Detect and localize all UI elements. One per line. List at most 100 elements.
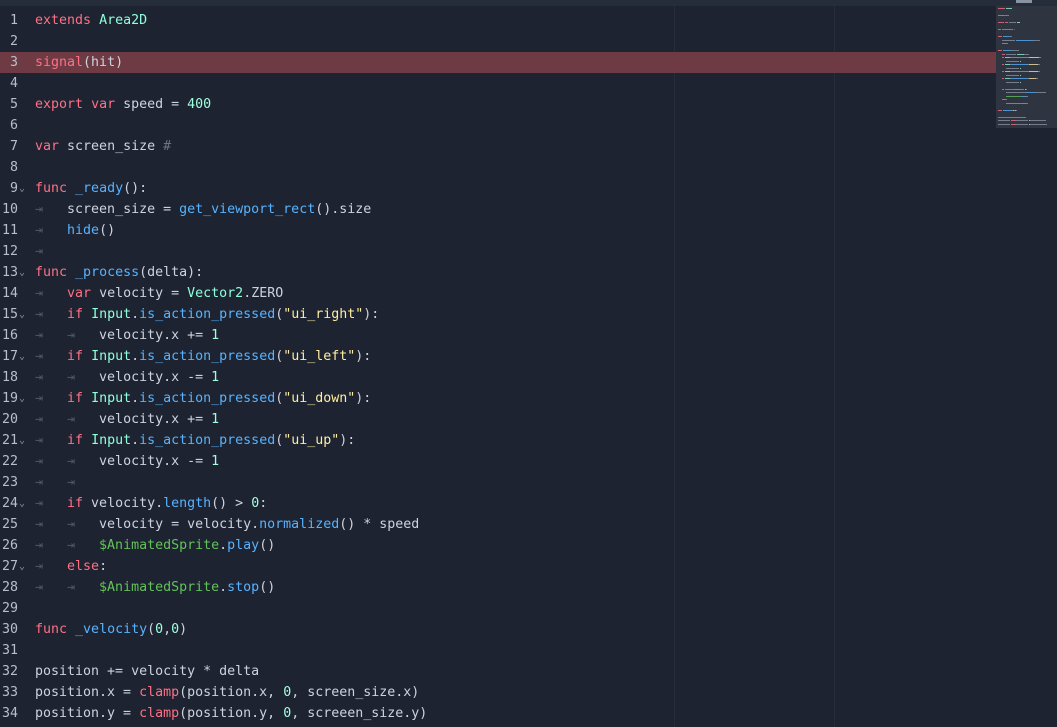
code-line[interactable]: 4 bbox=[0, 73, 996, 94]
minimap-line bbox=[1002, 29, 1013, 30]
fold-chevron-icon[interactable]: ⌄ bbox=[19, 304, 25, 325]
minimap-line bbox=[1011, 71, 1028, 72]
code-line[interactable]: 32 position += velocity * delta bbox=[0, 661, 996, 682]
code-line[interactable]: 29 bbox=[0, 598, 996, 619]
code-line[interactable]: 2 bbox=[0, 31, 996, 52]
code-token: velocity = velocity. bbox=[99, 517, 260, 532]
code-text: position.x = clamp(position.x, 0, screen… bbox=[35, 682, 419, 703]
horizontal-scroll-thumb[interactable] bbox=[1016, 0, 1032, 3]
code-token: () bbox=[259, 538, 276, 553]
minimap-line bbox=[1002, 57, 1004, 58]
code-token: $AnimatedSprite bbox=[99, 538, 220, 553]
code-line[interactable]: 22 ⇥ ⇥ velocity.x -= 1 bbox=[0, 451, 996, 472]
code-line[interactable]: 19 ⌄ ⇥ if Input.is_action_pressed("ui_down… bbox=[0, 388, 996, 409]
code-token: . bbox=[131, 307, 140, 322]
code-token: var bbox=[67, 286, 92, 301]
line-number: 21 bbox=[1, 433, 18, 448]
minimap-line bbox=[998, 109, 1002, 111]
code-line[interactable]: 21 ⌄ ⇥ if Input.is_action_pressed("ui_up")… bbox=[0, 430, 996, 451]
minimap-line bbox=[998, 116, 1026, 118]
code-token: screen_size bbox=[59, 139, 164, 154]
minimap-line bbox=[1030, 123, 1047, 125]
code-line[interactable]: 25 ⇥ ⇥ velocity = velocity.normalized() *… bbox=[0, 514, 996, 535]
minimap-line bbox=[1002, 64, 1004, 65]
minimap-line bbox=[1033, 39, 1040, 41]
code-token: ): bbox=[363, 307, 380, 322]
minimap-line bbox=[1026, 95, 1028, 97]
code-token: 400 bbox=[187, 97, 212, 112]
code-line[interactable]: 6 bbox=[0, 115, 996, 136]
code-line[interactable]: 3 signal(hit) bbox=[0, 52, 996, 73]
code-text: ⇥ ⇥ $AnimatedSprite.play() bbox=[35, 535, 275, 556]
code-line[interactable]: 12 ⇥ bbox=[0, 241, 996, 262]
code-line[interactable]: 9 ⌄ func _ready(): bbox=[0, 178, 996, 199]
code-lines[interactable]: 1 extends Area2D 2 3 signal(hit) 4 5 export var… bbox=[0, 10, 996, 724]
minimap-line bbox=[1006, 102, 1021, 104]
code-line[interactable]: 8 bbox=[0, 157, 996, 178]
code-token: normalized bbox=[259, 517, 340, 532]
code-line[interactable]: 14 ⇥ var velocity = Vector2.ZERO bbox=[0, 283, 996, 304]
code-line[interactable]: 17 ⌄ ⇥ if Input.is_action_pressed("ui_left… bbox=[0, 346, 996, 367]
code-line[interactable]: 18 ⇥ ⇥ velocity.x -= 1 bbox=[0, 367, 996, 388]
minimap-line bbox=[1002, 71, 1004, 72]
code-line[interactable]: 1 extends Area2D bbox=[0, 10, 996, 31]
code-token: length bbox=[163, 496, 212, 511]
minimap-line bbox=[1006, 81, 1019, 83]
code-token: Vector2 bbox=[187, 286, 244, 301]
fold-chevron-icon[interactable]: ⌄ bbox=[19, 262, 25, 283]
code-text: signal(hit) bbox=[35, 52, 123, 73]
code-line[interactable]: 24 ⌄ ⇥ if velocity.length() > 0: bbox=[0, 493, 996, 514]
code-line[interactable]: 31 bbox=[0, 640, 996, 661]
code-line[interactable]: 20 ⇥ ⇥ velocity.x += 1 bbox=[0, 409, 996, 430]
code-text: ⇥ if Input.is_action_pressed("ui_left"): bbox=[35, 346, 371, 367]
code-line[interactable]: 28 ⇥ ⇥ $AnimatedSprite.stop() bbox=[0, 577, 996, 598]
code-line[interactable]: 11 ⇥ hide() bbox=[0, 220, 996, 241]
minimap-line bbox=[998, 29, 1001, 30]
code-token: ): bbox=[355, 349, 372, 364]
minimap[interactable] bbox=[996, 6, 1057, 727]
code-token: Area2D bbox=[99, 13, 148, 28]
code-text: ⇥ ⇥ velocity.x -= 1 bbox=[35, 367, 219, 388]
minimap-line bbox=[1006, 95, 1021, 97]
line-number: 12 bbox=[1, 244, 18, 259]
fold-chevron-icon[interactable]: ⌄ bbox=[19, 556, 25, 577]
code-line[interactable]: 33 position.x = clamp(position.x, 0, scre… bbox=[0, 682, 996, 703]
code-line[interactable]: 5 export var speed = 400 bbox=[0, 94, 996, 115]
line-number: 9 bbox=[9, 181, 18, 196]
code-token: (): bbox=[123, 181, 148, 196]
tab-marker-icon: ⇥ ⇥ bbox=[35, 412, 100, 427]
fold-chevron-icon[interactable]: ⌄ bbox=[19, 178, 25, 199]
code-line[interactable]: 16 ⇥ ⇥ velocity.x += 1 bbox=[0, 325, 996, 346]
tab-marker-icon: ⇥ bbox=[35, 496, 68, 511]
code-line[interactable]: 30 func _velocity(0,0) bbox=[0, 619, 996, 640]
code-line[interactable]: 26 ⇥ ⇥ $AnimatedSprite.play() bbox=[0, 535, 996, 556]
tab-marker-icon: ⇥ bbox=[35, 349, 68, 364]
code-token: func bbox=[35, 181, 68, 196]
tab-marker-icon: ⇥ ⇥ bbox=[35, 538, 100, 553]
minimap-line bbox=[1016, 120, 1028, 121]
code-text: func _ready(): bbox=[35, 178, 147, 199]
code-line[interactable]: 13 ⌄ func _process(delta): bbox=[0, 262, 996, 283]
code-line[interactable]: 10 ⇥ screen_size = get_viewport_rect().si… bbox=[0, 199, 996, 220]
minimap-line bbox=[1024, 53, 1029, 55]
fold-chevron-icon[interactable]: ⌄ bbox=[19, 346, 25, 367]
code-line[interactable]: 15 ⌄ ⇥ if Input.is_action_pressed("ui_righ… bbox=[0, 304, 996, 325]
code-editor[interactable]: 1 extends Area2D 2 3 signal(hit) 4 5 export var… bbox=[0, 0, 1057, 727]
code-line[interactable]: 7 var screen_size # bbox=[0, 136, 996, 157]
line-number: 2 bbox=[9, 34, 18, 49]
fold-chevron-icon[interactable]: ⌄ bbox=[19, 430, 25, 451]
line-number: 28 bbox=[1, 580, 18, 595]
line-number: 17 bbox=[1, 349, 18, 364]
code-line[interactable]: 34 position.y = clamp(position.y, 0, scre… bbox=[0, 703, 996, 724]
code-token: . bbox=[219, 580, 228, 595]
code-line[interactable]: 23 ⇥ ⇥ bbox=[0, 472, 996, 493]
fold-chevron-icon[interactable]: ⌄ bbox=[19, 388, 25, 409]
code-token: "ui_down" bbox=[283, 391, 356, 406]
code-token: stop bbox=[227, 580, 260, 595]
line-number: 33 bbox=[1, 685, 18, 700]
fold-chevron-icon[interactable]: ⌄ bbox=[19, 493, 25, 514]
code-token: export bbox=[35, 97, 84, 112]
code-line[interactable]: 27 ⌄ ⇥ else: bbox=[0, 556, 996, 577]
